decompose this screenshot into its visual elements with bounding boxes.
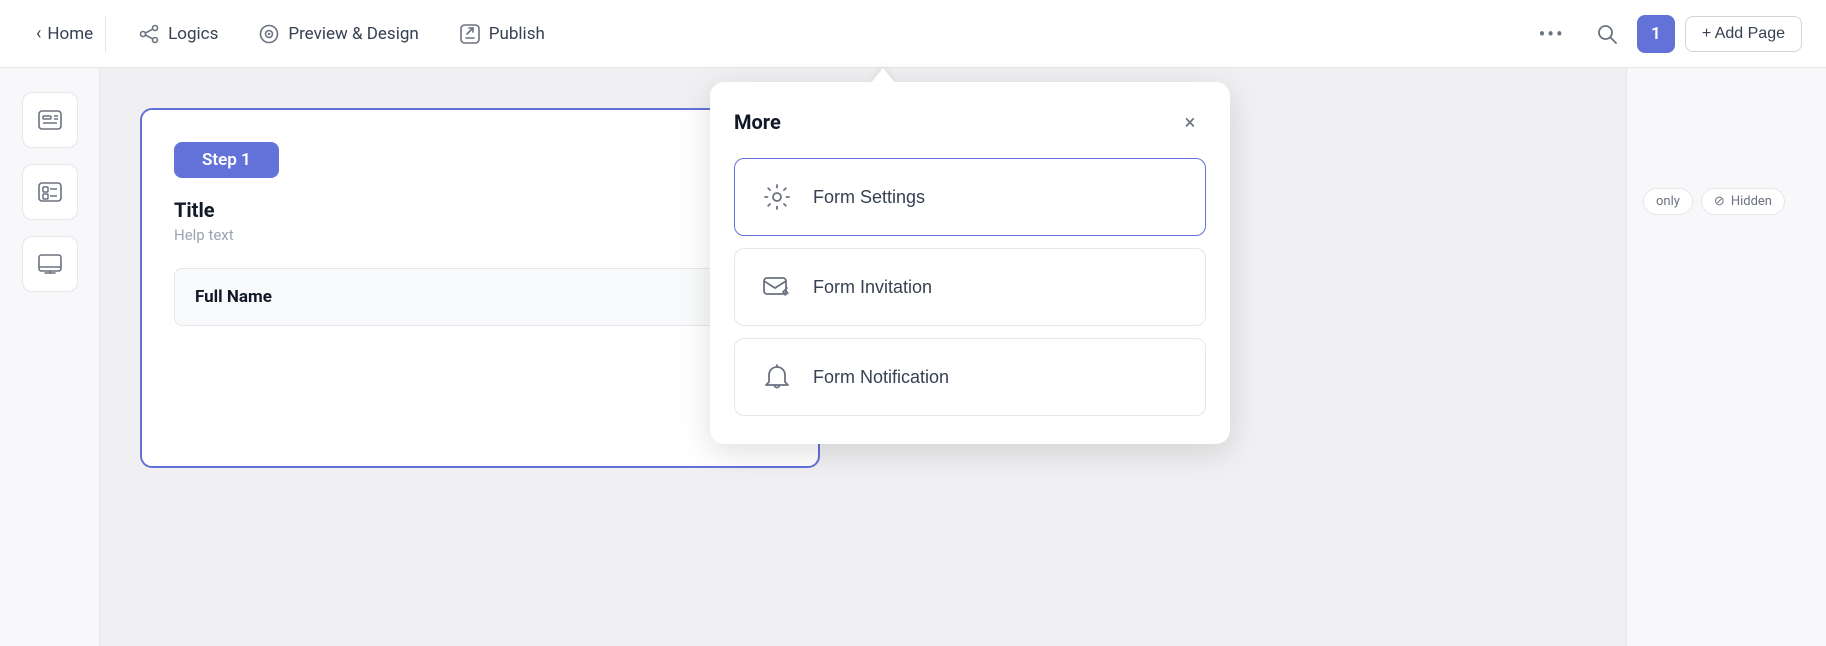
- close-button[interactable]: ×: [1174, 106, 1206, 138]
- dropdown-title: More: [734, 110, 781, 134]
- more-dots-button[interactable]: •••: [1527, 14, 1577, 54]
- form-invitation-button[interactable]: Form Invitation: [734, 248, 1206, 326]
- preview-label: Preview & Design: [288, 24, 418, 44]
- nav-right-group: ••• 1 + Add Page: [1527, 14, 1802, 54]
- bell-icon: [759, 359, 795, 395]
- preview-design-nav-item[interactable]: Preview & Design: [242, 15, 434, 53]
- add-page-button[interactable]: + Add Page: [1685, 16, 1802, 52]
- settings-icon: [759, 179, 795, 215]
- close-icon: ×: [1185, 110, 1196, 134]
- form-notification-label: Form Notification: [813, 367, 949, 388]
- dropdown-header: More ×: [734, 106, 1206, 138]
- home-label: Home: [47, 24, 93, 44]
- publish-nav-item[interactable]: Publish: [443, 15, 561, 53]
- envelope-edit-icon: [759, 269, 795, 305]
- home-nav-item[interactable]: ‹ Home: [24, 15, 106, 52]
- form-settings-label: Form Settings: [813, 187, 925, 208]
- page-number-badge[interactable]: 1: [1637, 15, 1675, 53]
- chevron-left-icon: ‹: [36, 23, 41, 44]
- form-invitation-label: Form Invitation: [813, 277, 932, 298]
- overlay-backdrop: More × Form Settings: [0, 68, 1826, 646]
- dropdown-caret: [870, 68, 896, 84]
- form-notification-button[interactable]: Form Notification: [734, 338, 1206, 416]
- top-navigation: ‹ Home Logics Preview & Design: [0, 0, 1826, 68]
- more-dropdown-panel: More × Form Settings: [710, 82, 1230, 444]
- form-settings-button[interactable]: Form Settings: [734, 158, 1206, 236]
- add-page-label: + Add Page: [1702, 25, 1785, 43]
- publish-icon: [459, 23, 481, 45]
- publish-label: Publish: [489, 24, 545, 44]
- search-button[interactable]: [1587, 14, 1627, 54]
- logics-icon: [138, 23, 160, 45]
- preview-icon: [258, 23, 280, 45]
- logics-nav-item[interactable]: Logics: [122, 15, 234, 53]
- logics-label: Logics: [168, 24, 218, 44]
